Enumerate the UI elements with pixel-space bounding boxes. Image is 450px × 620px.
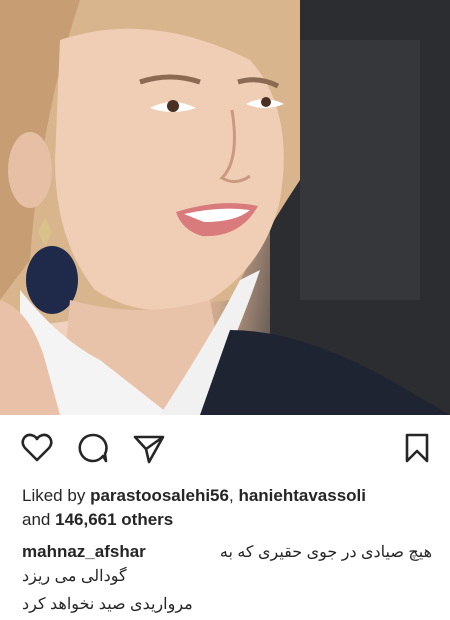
post-photo[interactable] bbox=[0, 0, 450, 415]
comment-icon[interactable] bbox=[76, 431, 110, 465]
liker-link[interactable]: haniehtavassoli bbox=[238, 486, 366, 505]
and-word: and bbox=[22, 510, 51, 529]
caption-line: گودالی می ریزد bbox=[22, 568, 127, 585]
post-caption: mahnaz_afshar هیچ صیادی در جوی حقیری که … bbox=[22, 540, 432, 617]
others-count-link[interactable]: 146,661 others bbox=[55, 510, 173, 529]
caption-username[interactable]: mahnaz_afshar bbox=[22, 540, 146, 564]
likes-summary: Liked by parastoosalehi56, haniehtavasso… bbox=[22, 486, 366, 529]
likes-prefix: Liked by bbox=[22, 486, 86, 505]
share-icon[interactable] bbox=[132, 431, 166, 465]
bookmark-icon[interactable] bbox=[400, 431, 434, 465]
portrait-illustration bbox=[0, 0, 450, 415]
caption-line: مرواریدی صید نخواهد کرد bbox=[22, 596, 193, 613]
heart-icon[interactable] bbox=[20, 431, 54, 465]
caption-line: هیچ صیادی در جوی حقیری که به bbox=[219, 544, 432, 561]
action-bar bbox=[0, 415, 450, 477]
liker-link[interactable]: parastoosalehi56 bbox=[90, 486, 229, 505]
